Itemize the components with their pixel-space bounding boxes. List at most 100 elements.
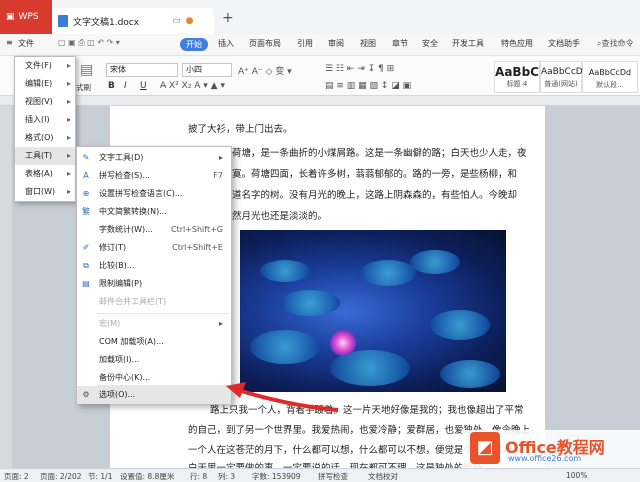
chevron-right-icon: ▸ bbox=[66, 169, 71, 178]
status-spell-check[interactable]: 拼写检查 bbox=[318, 471, 348, 482]
menu-file[interactable]: 文件(F) ▸ bbox=[15, 57, 75, 75]
tab-view[interactable]: 视图 bbox=[360, 38, 376, 49]
font-tools-icons[interactable]: A⁺ A⁻ ◇ 变 ▾ bbox=[238, 64, 292, 77]
menu-com-addins[interactable]: COM 加载项(A)... bbox=[77, 333, 231, 351]
bold-button[interactable]: B bbox=[108, 81, 115, 91]
align-icons[interactable]: ▤ ≡ ▥ ▦ ▧ ↕ ◪ ▣ bbox=[325, 81, 411, 91]
spell-check-icon: A bbox=[83, 171, 89, 180]
annotation-arrow bbox=[226, 382, 339, 412]
track-changes-icon: ✐ bbox=[82, 243, 90, 252]
menu-chinese-conversion[interactable]: 繁中文简繁转换(N)... bbox=[77, 203, 231, 221]
doc-line: 寞。荷塘四面，长着许多树，蓊蓊郁郁的。路的一旁，是些杨柳，和 bbox=[232, 169, 518, 180]
status-words[interactable]: 字数: 153909 bbox=[252, 471, 301, 482]
chevron-right-icon: ▸ bbox=[218, 319, 223, 328]
style-heading4[interactable]: AaBbC 标题 4 bbox=[494, 61, 540, 93]
format-painter-label[interactable]: 式刷 bbox=[76, 82, 91, 93]
chevron-right-icon: ▸ bbox=[66, 133, 71, 142]
horizontal-ruler[interactable] bbox=[0, 96, 640, 106]
status-zoom[interactable]: 100% bbox=[566, 471, 587, 480]
font-size-select[interactable]: 小四 bbox=[182, 63, 232, 77]
chevron-right-icon: ▸ bbox=[66, 97, 71, 106]
menu-compare[interactable]: ⧉ 比较(B)... bbox=[77, 257, 231, 275]
doc-line: 道名字的树。没有月光的晚上，这路上阴森森的，有些怕人。今晚却 bbox=[232, 190, 518, 201]
paste-icon[interactable]: ▤ bbox=[80, 62, 93, 78]
doc-line: 披了大衫，带上门出去。 bbox=[188, 124, 293, 135]
chevron-right-icon: ▸ bbox=[66, 79, 71, 88]
status-bar: 页面: 2 页面: 2/202 节: 1/1 设置值: 8.8厘米 行: 8 列… bbox=[0, 468, 640, 482]
underline-button[interactable]: U bbox=[140, 81, 147, 91]
chevron-right-icon: ▸ bbox=[66, 187, 71, 196]
menu-spell-language[interactable]: ⊕ 设置拼写检查语言(C)... bbox=[77, 185, 231, 203]
language-icon: ⊕ bbox=[82, 189, 90, 198]
status-col: 列: 3 bbox=[218, 472, 236, 481]
search-command[interactable]: ⌕查找命令 bbox=[597, 38, 633, 49]
file-menu-button[interactable]: 文件 bbox=[18, 38, 34, 49]
text-effects-icons[interactable]: A̶ X² X₂ A ▾ ▲ ▾ bbox=[160, 81, 225, 91]
chevron-right-icon: ▸ bbox=[66, 115, 71, 124]
convert-icon: 繁 bbox=[82, 207, 90, 216]
text-tool-icon: ✎ bbox=[82, 153, 90, 162]
status-page: 页面: 2 bbox=[4, 472, 29, 481]
tab-chapter[interactable]: 章节 bbox=[392, 38, 408, 49]
tab-review[interactable]: 审阅 bbox=[328, 38, 344, 49]
document-tab[interactable]: 文字文稿1.docx ▭ ● bbox=[52, 8, 214, 34]
tab-special[interactable]: 特色应用 bbox=[501, 38, 533, 49]
wps-home-tab[interactable]: ▣ WPS bbox=[0, 0, 52, 34]
menu-text-tools[interactable]: ✎ 文字工具(D) ▸ bbox=[77, 149, 231, 167]
menu-divider bbox=[97, 313, 229, 314]
tab-insert[interactable]: 插入 bbox=[218, 38, 234, 49]
wps-tab-label: WPS bbox=[18, 12, 39, 22]
menu-window[interactable]: 窗口(W) ▸ bbox=[15, 183, 75, 201]
status-row: 行: 8 bbox=[190, 472, 208, 481]
menu-mail-merge-toolbar: 邮件合并工具栏(T) bbox=[99, 297, 167, 306]
menu-spell-check[interactable]: A 拼写检查(S)... F7 bbox=[77, 167, 231, 185]
menu-edit[interactable]: 编辑(E) ▸ bbox=[15, 75, 75, 93]
tab-developer[interactable]: 开发工具 bbox=[452, 38, 484, 49]
menu-tools[interactable]: 工具(T) ▸ bbox=[15, 147, 75, 165]
doc-line: 然月光也还是淡淡的。 bbox=[232, 211, 328, 222]
status-pages[interactable]: 页面: 2/202 bbox=[40, 471, 82, 482]
tab-page-layout[interactable]: 页面布局 bbox=[249, 38, 281, 49]
status-position: 设置值: 8.8厘米 bbox=[120, 472, 175, 481]
menu-word-count[interactable]: 字数统计(W)... Ctrl+Shift+G bbox=[77, 221, 231, 239]
watermark-url: www.office26.com bbox=[508, 454, 582, 463]
new-tab-button[interactable]: + bbox=[222, 10, 234, 26]
menu-view[interactable]: 视图(V) ▸ bbox=[15, 93, 75, 111]
unsaved-dot-icon: ● bbox=[185, 16, 194, 26]
style-normal-web[interactable]: AaBbCcD 普通(网站) bbox=[540, 61, 583, 93]
menu-table[interactable]: 表格(A) ▸ bbox=[15, 165, 75, 183]
menu-addins[interactable]: 加载项(I)... bbox=[77, 351, 231, 369]
wps-logo-icon: ▣ bbox=[6, 12, 15, 22]
style-default-para[interactable]: AaBbCcDd 默认段... bbox=[582, 61, 638, 93]
menu-track-changes[interactable]: ✐ 修订(T) Ctrl+Shift+E bbox=[77, 239, 231, 257]
quick-access-icons[interactable]: ▢ ▣ ⎙ ◫ ↶ ↷ ▾ bbox=[58, 38, 120, 48]
menu-restrict-editing[interactable]: ▤ 限制编辑(P) bbox=[77, 275, 231, 293]
left-gutter bbox=[0, 106, 12, 468]
restrict-icon: ▤ bbox=[82, 279, 90, 288]
lotus-pond-image bbox=[240, 230, 506, 392]
menu-options[interactable]: ⚙ 选项(O)... bbox=[77, 386, 231, 404]
menu-format[interactable]: 格式(O) ▸ bbox=[15, 129, 75, 147]
tab-security[interactable]: 安全 bbox=[422, 38, 438, 49]
tab-doc-assistant[interactable]: 文档助手 bbox=[548, 38, 580, 49]
close-tab-icon[interactable]: ▭ bbox=[172, 16, 181, 26]
tools-submenu: ✎ 文字工具(D) ▸ A 拼写检查(S)... F7 ⊕ 设置拼写检查语言(C)... … bbox=[76, 146, 232, 404]
compare-icon: ⧉ bbox=[83, 261, 89, 270]
document-tab-label: 文字文稿1.docx bbox=[73, 17, 140, 28]
menu-insert[interactable]: 插入(I) ▸ bbox=[15, 111, 75, 129]
tab-start[interactable]: 开始 bbox=[180, 38, 208, 51]
doc-line: 荷塘，是一条曲折的小煤屑路。这是一条幽僻的路；白天也少人走，夜 bbox=[232, 148, 527, 159]
status-proofread[interactable]: 文档校对 bbox=[368, 471, 398, 482]
tab-references[interactable]: 引用 bbox=[297, 38, 313, 49]
chevron-right-icon: ▸ bbox=[218, 153, 223, 162]
lotus-flower bbox=[330, 330, 356, 356]
status-section: 节: 1/1 bbox=[88, 472, 113, 481]
document-icon bbox=[58, 15, 68, 27]
office-logo-icon: ◩ bbox=[470, 432, 500, 464]
font-name-select[interactable]: 宋体 bbox=[106, 63, 178, 77]
italic-button[interactable]: I bbox=[124, 81, 127, 91]
file-dropdown-menu: 文件(F) ▸ 编辑(E) ▸ 视图(V) ▸ 插入(I) ▸ 格式(O) ▸ 工具(T)… bbox=[14, 56, 76, 202]
list-indent-icons[interactable]: ☰ ☷ ⇤ ⇥ ↧ ¶ ⊞ bbox=[325, 64, 394, 74]
chevron-right-icon: ▸ bbox=[66, 61, 71, 70]
hamburger-icon[interactable]: ≡ bbox=[6, 38, 13, 47]
